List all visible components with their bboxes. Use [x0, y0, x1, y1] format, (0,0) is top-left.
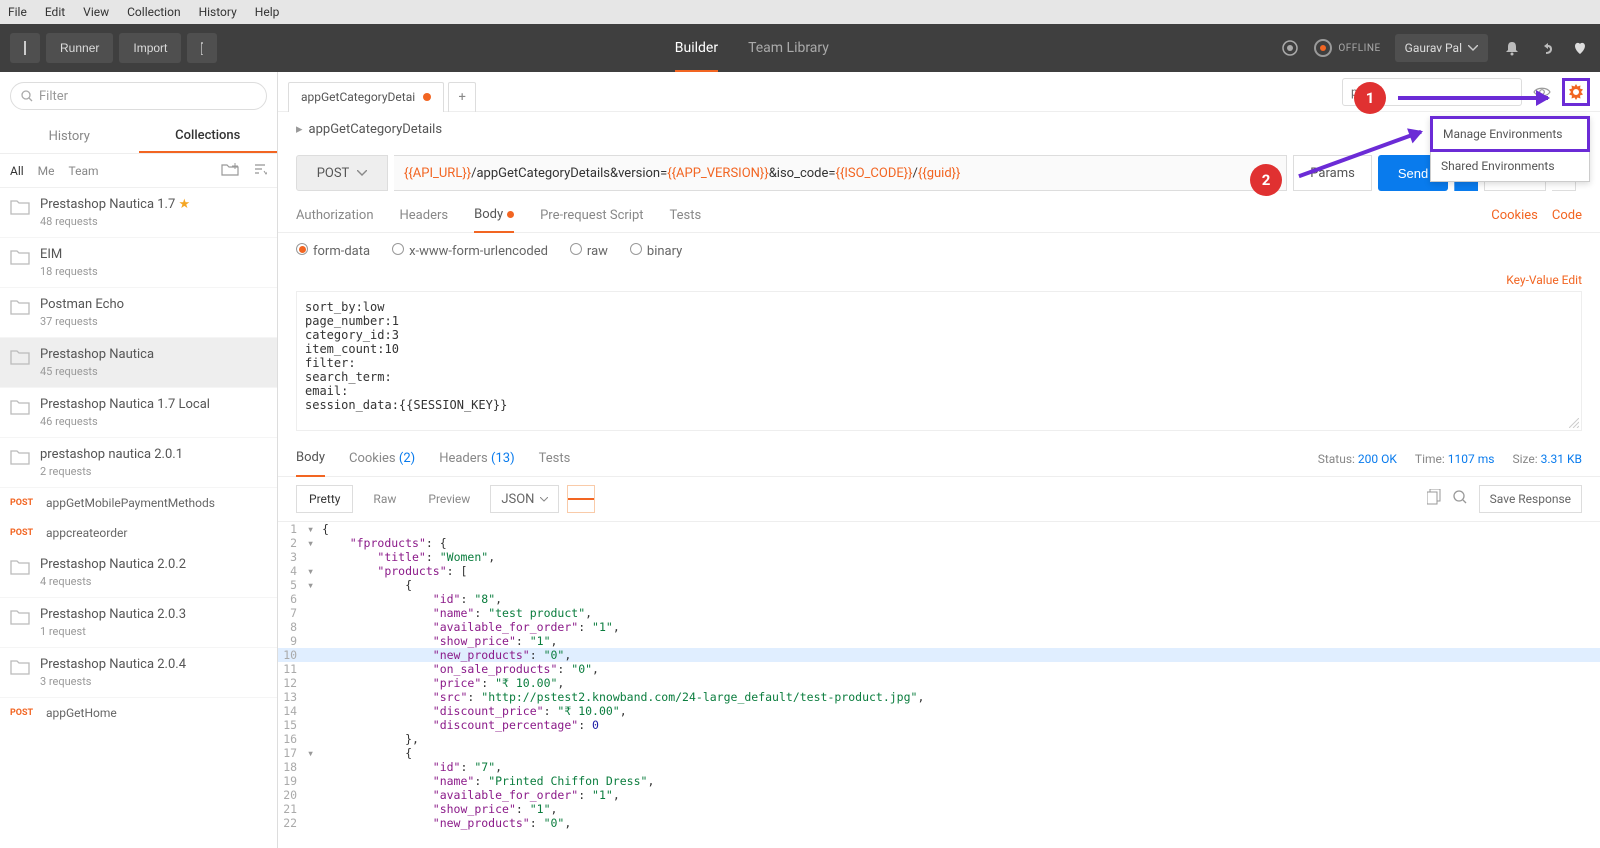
subtab-headers[interactable]: Headers	[400, 208, 449, 223]
copy-icon[interactable]	[1427, 489, 1441, 509]
body-editor[interactable]: sort_by:low page_number:1 category_id:3 …	[296, 291, 1582, 431]
capture-icon[interactable]	[1280, 38, 1300, 58]
environment-select[interactable]: pst	[1342, 78, 1522, 106]
sync-status[interactable]: OFFLINE	[1314, 39, 1380, 57]
resp-tab-cookies[interactable]: Cookies (2)	[349, 451, 415, 466]
bodytype-binary[interactable]: binary	[630, 243, 682, 259]
resp-tab-tests[interactable]: Tests	[539, 451, 571, 466]
collection-item[interactable]: EIM18 requests	[0, 238, 277, 288]
save-response-button[interactable]: Save Response	[1479, 485, 1582, 513]
main-toolbar: Runner Import Builder Team Library OFFLI…	[0, 24, 1600, 72]
sidebar-tab-history[interactable]: History	[0, 120, 139, 153]
view-raw[interactable]: Raw	[361, 485, 408, 513]
resp-tab-headers[interactable]: Headers (13)	[439, 451, 514, 466]
sync-icon	[1314, 39, 1332, 57]
sort-icon[interactable]	[253, 162, 267, 179]
subtab-tests[interactable]: Tests	[670, 208, 702, 223]
collection-item[interactable]: prestashop nautica 2.0.12 requests	[0, 438, 277, 488]
menu-collection[interactable]: Collection	[127, 5, 180, 19]
scope-all[interactable]: All	[10, 164, 24, 178]
method-select[interactable]: POST	[296, 155, 388, 191]
collection-item[interactable]: Prestashop Nautica 2.0.24 requests	[0, 548, 277, 598]
menu-view[interactable]: View	[83, 5, 109, 19]
size-label: Size: 3.31 KB	[1512, 452, 1582, 466]
menu-history[interactable]: History	[199, 5, 237, 19]
env-settings-button[interactable]	[1562, 78, 1590, 106]
bodytype-form-data[interactable]: form-data	[296, 243, 370, 259]
collection-item[interactable]: Prestashop Nautica45 requests	[0, 338, 277, 388]
tab-team-library[interactable]: Team Library	[748, 24, 829, 72]
scope-me[interactable]: Me	[38, 164, 55, 178]
view-preview[interactable]: Preview	[416, 485, 482, 513]
collection-item[interactable]: Prestashop Nautica 1.7 Local46 requests	[0, 388, 277, 438]
menu-file[interactable]: File	[8, 5, 27, 19]
new-folder-icon[interactable]	[221, 162, 239, 179]
app-menubar: File Edit View Collection History Help	[0, 0, 1600, 24]
chevron-down-icon	[1468, 45, 1478, 51]
menu-help[interactable]: Help	[255, 5, 280, 19]
shared-environments-item[interactable]: Shared Environments	[1431, 151, 1589, 181]
search-response-icon[interactable]	[1453, 490, 1467, 508]
breadcrumb: ▸ appGetCategoryDetails	[278, 112, 1600, 147]
content-area: appGetCategoryDetai + pst Manage Environ…	[278, 72, 1600, 848]
subtab-authorization[interactable]: Authorization	[296, 208, 374, 223]
caret-right-icon[interactable]: ▸	[296, 122, 303, 137]
lang-select[interactable]: JSON	[490, 485, 559, 513]
unsaved-dot-icon	[423, 93, 431, 101]
notifications-icon[interactable]	[1502, 38, 1522, 58]
request-tab[interactable]: appGetCategoryDetai	[288, 82, 444, 112]
request-tabs: appGetCategoryDetai + pst Manage Environ…	[278, 72, 1600, 112]
menu-edit[interactable]: Edit	[45, 5, 65, 19]
time-label: Time: 1107 ms	[1415, 452, 1495, 466]
wrap-toggle[interactable]	[567, 485, 595, 513]
env-quicklook-icon[interactable]	[1528, 78, 1556, 106]
import-button[interactable]: Import	[119, 33, 181, 63]
collection-list: Prestashop Nautica 1.7 ★48 requestsEIM18…	[0, 188, 277, 848]
subtab-body[interactable]: Body	[474, 199, 514, 233]
panel-icon	[24, 41, 26, 55]
filter-input[interactable]: Filter	[10, 82, 267, 110]
response-body-view[interactable]: 1 ▾{2 ▾ "fproducts": {3 "title": "Women"…	[278, 521, 1600, 848]
url-input[interactable]: {{API_URL}}/appGetCategoryDetails&versio…	[394, 155, 1287, 191]
manage-environments-item[interactable]: Manage Environments	[1430, 116, 1590, 152]
params-button[interactable]: Params	[1293, 155, 1372, 191]
runner-button[interactable]: Runner	[46, 33, 113, 63]
code-link[interactable]: Code	[1552, 208, 1582, 223]
view-pretty[interactable]: Pretty	[296, 485, 353, 513]
status-label: Status: 200 OK	[1318, 452, 1397, 466]
resp-tab-body[interactable]: Body	[296, 441, 325, 477]
sidebar: Filter History Collections All Me Team P…	[0, 72, 278, 848]
new-window-icon	[201, 41, 203, 55]
new-window-button[interactable]	[187, 33, 217, 63]
search-icon	[21, 90, 33, 102]
env-dropdown: Manage Environments Shared Environments	[1430, 116, 1590, 182]
cookies-link[interactable]: Cookies	[1491, 208, 1538, 223]
subtab-prerequest[interactable]: Pre-request Script	[540, 208, 643, 223]
collection-item[interactable]: Prestashop Nautica 2.0.31 request	[0, 598, 277, 648]
resize-handle-icon[interactable]	[1569, 418, 1579, 428]
key-value-edit-link[interactable]: Key-Value Edit	[278, 269, 1600, 291]
request-item[interactable]: POSTappGetMobilePaymentMethods	[0, 488, 277, 518]
request-item[interactable]: POSTappGetHome	[0, 698, 277, 728]
chevron-down-icon	[357, 170, 367, 176]
request-item[interactable]: POSTappcreateorder	[0, 518, 277, 548]
collection-item[interactable]: Postman Echo37 requests	[0, 288, 277, 338]
collection-item[interactable]: Prestashop Nautica 2.0.43 requests	[0, 648, 277, 698]
settings-icon[interactable]	[1536, 38, 1556, 58]
user-menu[interactable]: Gaurav Pal	[1395, 34, 1488, 62]
bodytype-raw[interactable]: raw	[570, 243, 608, 259]
bodytype-urlencoded[interactable]: x-www-form-urlencoded	[392, 243, 548, 259]
sidebar-toggle-button[interactable]	[10, 33, 40, 63]
tab-builder[interactable]: Builder	[675, 24, 718, 72]
new-tab-button[interactable]: +	[448, 82, 476, 112]
sidebar-tab-collections[interactable]: Collections	[139, 120, 278, 153]
heart-icon[interactable]	[1570, 38, 1590, 58]
scope-team[interactable]: Team	[69, 164, 99, 178]
collection-item[interactable]: Prestashop Nautica 1.7 ★48 requests	[0, 188, 277, 238]
